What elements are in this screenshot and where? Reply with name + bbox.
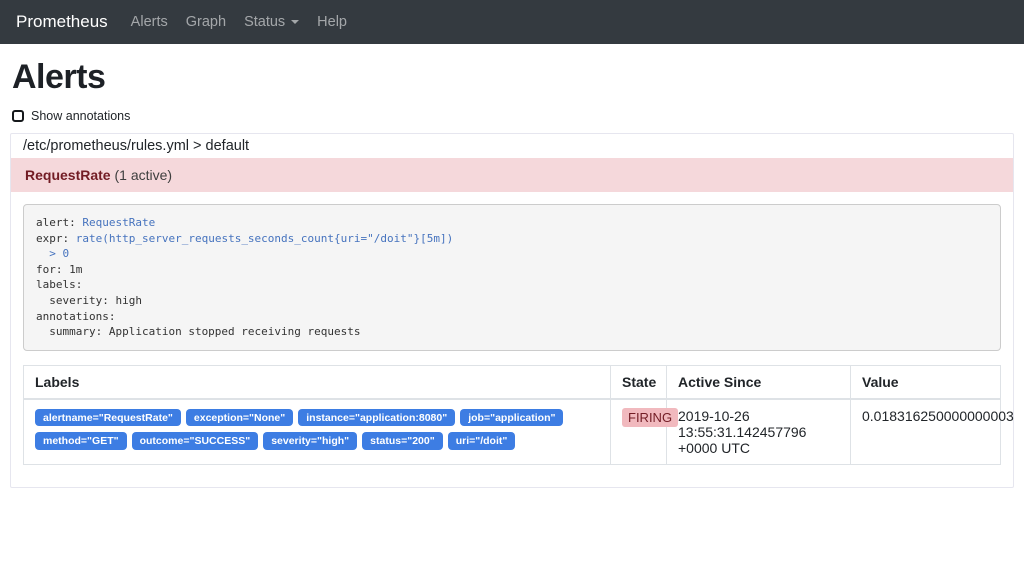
brand-link[interactable]: Prometheus bbox=[16, 12, 108, 32]
navbar: Prometheus AlertsGraphStatusHelp bbox=[0, 0, 1024, 44]
nav-items: AlertsGraphStatusHelp bbox=[122, 14, 356, 30]
code-line: alert: RequestRate bbox=[36, 215, 988, 231]
rule-group-card: /etc/prometheus/rules.yml > default Requ… bbox=[10, 133, 1014, 488]
label-badge: method="GET" bbox=[35, 432, 127, 450]
expr-link[interactable]: rate(http_server_requests_seconds_count{… bbox=[76, 232, 454, 245]
code-line: for: 1m bbox=[36, 262, 988, 278]
alert-name: RequestRate bbox=[25, 167, 111, 183]
nav-item-alerts[interactable]: Alerts bbox=[122, 14, 177, 30]
alert-header[interactable]: RequestRate (1 active) bbox=[11, 158, 1013, 192]
nav-item-help[interactable]: Help bbox=[308, 14, 356, 30]
header-labels: Labels bbox=[24, 365, 611, 399]
header-value: Value bbox=[851, 365, 1001, 399]
label-badge: alertname="RequestRate" bbox=[35, 409, 181, 427]
show-annotations-label[interactable]: Show annotations bbox=[31, 109, 130, 123]
code-text: labels: bbox=[36, 278, 82, 291]
alert-details: alert: RequestRateexpr: rate(http_server… bbox=[11, 192, 1013, 487]
show-annotations-checkbox[interactable] bbox=[12, 110, 24, 122]
code-line: severity: high bbox=[36, 293, 988, 309]
code-text: severity: high bbox=[36, 294, 142, 307]
active-since-cell: 2019-10-26 13:55:31.142457796 +0000 UTC bbox=[667, 399, 851, 465]
code-text: for: 1m bbox=[36, 263, 82, 276]
table-row: alertname="RequestRate" exception="None" i… bbox=[24, 399, 1001, 465]
nav-item-status[interactable]: Status bbox=[235, 14, 308, 30]
code-text: expr: bbox=[36, 232, 76, 245]
label-badge: outcome="SUCCESS" bbox=[132, 432, 259, 450]
chevron-down-icon bbox=[291, 20, 299, 24]
alert-active-count: (1 active) bbox=[114, 167, 172, 183]
header-state: State bbox=[611, 365, 667, 399]
state-badge: FIRING bbox=[622, 408, 678, 427]
label-badge: exception="None" bbox=[186, 409, 293, 427]
code-text: alert: bbox=[36, 216, 82, 229]
alert-name-link[interactable]: RequestRate bbox=[82, 216, 155, 229]
code-line: > 0 bbox=[36, 246, 988, 262]
code-line: summary: Application stopped receiving r… bbox=[36, 324, 988, 340]
label-badge: severity="high" bbox=[263, 432, 357, 450]
rule-code: alert: RequestRateexpr: rate(http_server… bbox=[23, 204, 1001, 351]
nav-item-graph[interactable]: Graph bbox=[177, 14, 235, 30]
code-line: expr: rate(http_server_requests_seconds_… bbox=[36, 231, 988, 247]
value-cell: 0.018316250000000003 bbox=[851, 399, 1001, 465]
code-line: labels: bbox=[36, 277, 988, 293]
code-text: summary: Application stopped receiving r… bbox=[36, 325, 361, 338]
labels-cell: alertname="RequestRate" exception="None" i… bbox=[24, 399, 611, 465]
label-badge: instance="application:8080" bbox=[298, 409, 455, 427]
alerts-table: Labels State Active Since Value alertnam… bbox=[23, 365, 1001, 465]
state-cell: FIRING bbox=[611, 399, 667, 465]
table-header-row: Labels State Active Since Value bbox=[24, 365, 1001, 399]
show-annotations-row: Show annotations bbox=[12, 109, 1014, 123]
header-active-since: Active Since bbox=[667, 365, 851, 399]
label-badge: status="200" bbox=[362, 432, 443, 450]
code-line: annotations: bbox=[36, 309, 988, 325]
expr-link[interactable]: > 0 bbox=[36, 247, 69, 260]
code-text: annotations: bbox=[36, 310, 115, 323]
page-title: Alerts bbox=[12, 58, 1014, 97]
rule-group-path: /etc/prometheus/rules.yml > default bbox=[11, 134, 1013, 158]
label-badge: uri="/doit" bbox=[448, 432, 516, 450]
label-badge: job="application" bbox=[460, 409, 563, 427]
main-content: Alerts Show annotations /etc/prometheus/… bbox=[0, 58, 1024, 488]
